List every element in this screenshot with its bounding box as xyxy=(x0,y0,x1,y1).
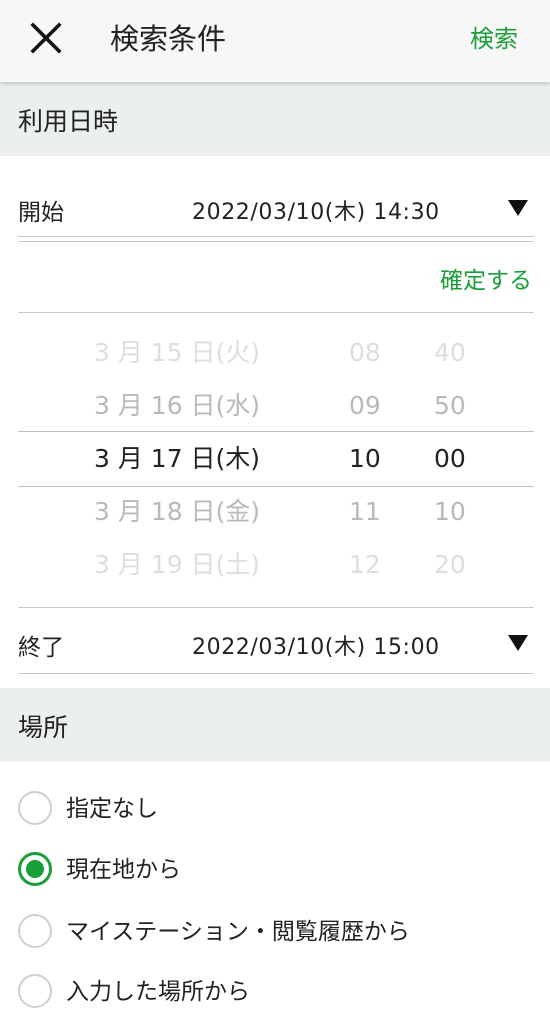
dropdown-triangle-icon[interactable] xyxy=(508,635,528,651)
picker-minute: 50 xyxy=(434,391,466,420)
close-icon xyxy=(30,22,62,54)
picker-row[interactable]: 3 月 18 日(金) 11 10 xyxy=(0,485,550,539)
end-datetime-value[interactable]: 2022/03/10(木) 15:00 xyxy=(192,629,440,661)
picker-date: 3 月 16 日(水) xyxy=(94,391,261,420)
divider xyxy=(18,673,534,674)
divider xyxy=(18,236,534,237)
divider xyxy=(18,241,534,242)
divider xyxy=(18,312,534,313)
picker-row[interactable]: 3 月 15 日(火) 08 40 xyxy=(0,326,550,380)
divider xyxy=(18,607,534,608)
radio-label: マイステーション・閲覧履歴から xyxy=(66,919,410,945)
radio-button[interactable] xyxy=(18,914,52,948)
picker-hour: 08 xyxy=(349,338,381,367)
radio-label: 指定なし xyxy=(66,796,158,822)
picker-minute: 20 xyxy=(434,550,466,579)
page-title: 検索条件 xyxy=(110,22,227,56)
close-button[interactable] xyxy=(26,18,66,58)
picker-row[interactable]: 3 月 19 日(土) 12 20 xyxy=(0,538,550,592)
radio-label: 現在地から xyxy=(66,857,181,883)
picker-hour: 09 xyxy=(349,391,381,420)
radio-label: 入力した場所から xyxy=(66,979,250,1005)
picker-hour: 10 xyxy=(349,444,381,473)
picker-minute: 00 xyxy=(434,444,466,473)
picker-hour: 12 xyxy=(349,550,381,579)
radio-button[interactable] xyxy=(18,852,52,886)
picker-minute: 10 xyxy=(434,497,466,526)
picker-date: 3 月 15 日(火) xyxy=(94,338,261,367)
app-header: 検索条件 検索 xyxy=(0,0,550,82)
picker-date: 3 月 18 日(金) xyxy=(94,497,261,526)
section-title-usage: 利用日時 xyxy=(18,107,119,136)
section-title-place: 場所 xyxy=(18,713,69,742)
picker-row[interactable]: 3 月 16 日(水) 09 50 xyxy=(0,379,550,433)
section-place: 場所 xyxy=(0,688,550,762)
radio-button[interactable] xyxy=(18,791,52,825)
end-label: 終了 xyxy=(18,635,64,661)
section-usage-datetime: 利用日時 xyxy=(0,82,550,156)
picker-date: 3 月 17 日(木) xyxy=(94,444,261,473)
picker-row-selected[interactable]: 3 月 17 日(木) 10 00 xyxy=(0,432,550,486)
picker-minute: 40 xyxy=(434,338,466,367)
picker-hour: 11 xyxy=(349,497,381,526)
picker-date: 3 月 19 日(土) xyxy=(94,550,261,579)
start-datetime-value[interactable]: 2022/03/10(木) 14:30 xyxy=(192,194,440,226)
dropdown-triangle-icon[interactable] xyxy=(508,200,528,216)
confirm-button[interactable]: 確定する xyxy=(440,261,532,295)
start-label: 開始 xyxy=(18,200,64,226)
search-button[interactable]: 検索 xyxy=(470,18,518,60)
